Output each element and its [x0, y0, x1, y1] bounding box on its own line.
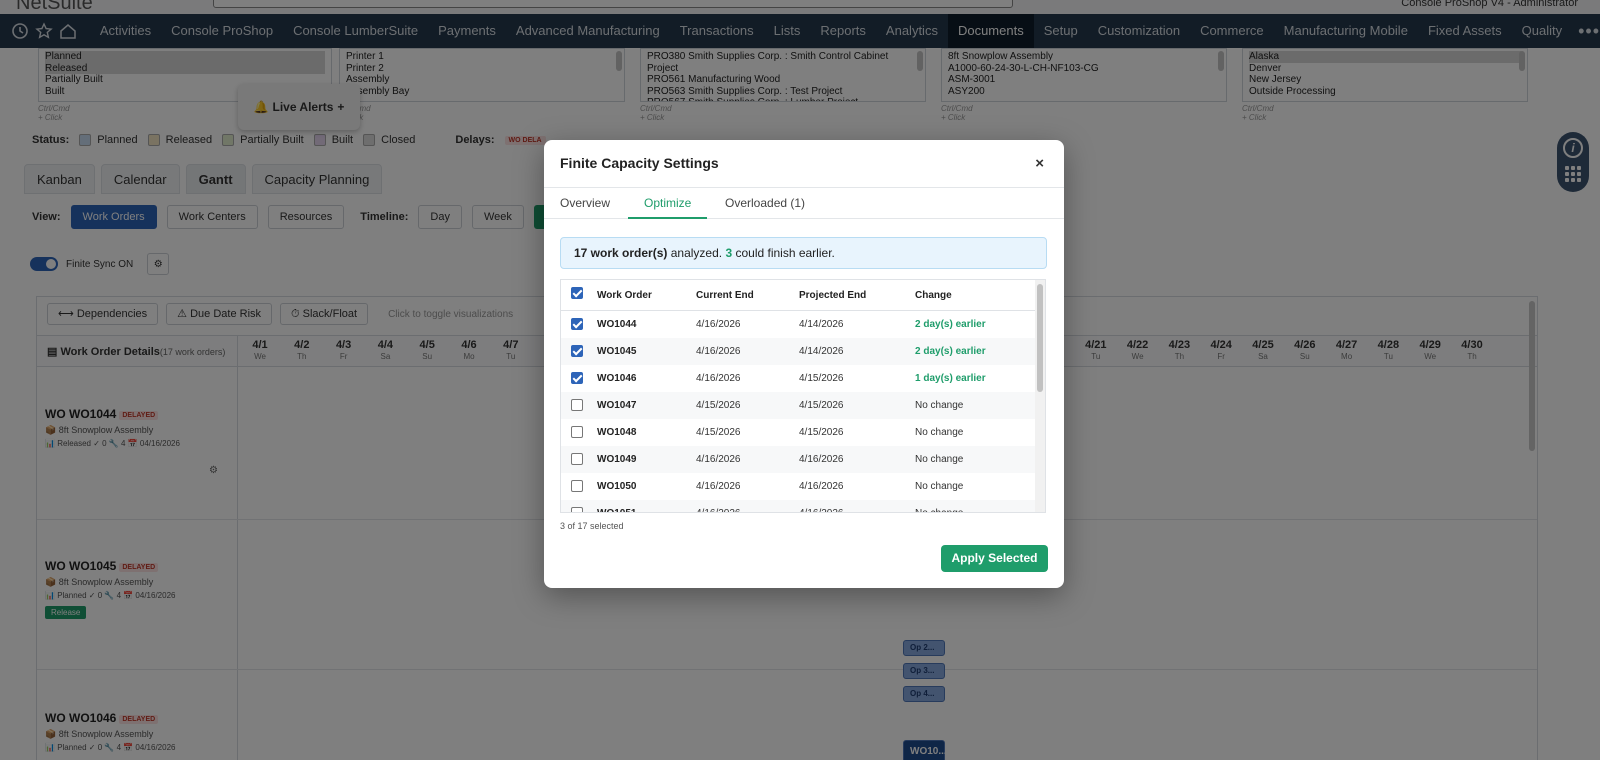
tab-overview[interactable]: Overview [560, 188, 610, 219]
optimize-summary: 17 work order(s) analyzed. 3 could finis… [560, 237, 1047, 269]
change-cell: No change [915, 427, 964, 438]
current-end-cell: 4/16/2026 [696, 500, 741, 512]
current-end-cell: 4/15/2026 [696, 427, 741, 438]
work-order-cell: WO1049 [597, 454, 637, 465]
projected-end-cell: 4/16/2026 [799, 481, 844, 492]
row-checkbox[interactable] [571, 318, 583, 330]
col-change: Change [915, 290, 952, 301]
summary-text-end: could finish earlier. [735, 246, 835, 260]
change-cell: 2 day(s) earlier [915, 346, 986, 357]
summary-count: 17 work order(s) [574, 246, 668, 260]
current-end-cell: 4/15/2026 [696, 400, 741, 411]
projected-end-cell: 4/14/2026 [799, 346, 844, 357]
change-cell: No change [915, 400, 964, 411]
col-projected-end: Projected End [799, 290, 867, 301]
finite-capacity-settings-modal: Finite Capacity Settings × Overview Opti… [544, 140, 1064, 588]
table-row[interactable]: WO1049 4/16/2026 4/16/2026 No change [561, 446, 1037, 473]
work-order-cell: WO1048 [597, 427, 637, 438]
work-order-cell: WO1050 [597, 481, 637, 492]
change-cell: 2 day(s) earlier [915, 319, 986, 330]
tab-overloaded[interactable]: Overloaded (1) [725, 188, 805, 219]
work-order-cell: WO1047 [597, 400, 637, 411]
row-checkbox[interactable] [571, 345, 583, 357]
current-end-cell: 4/16/2026 [696, 346, 741, 357]
row-checkbox[interactable] [571, 426, 583, 438]
summary-text: analyzed. [670, 246, 723, 260]
projected-end-cell: 4/15/2026 [799, 400, 844, 411]
projected-end-cell: 4/15/2026 [799, 427, 844, 438]
current-end-cell: 4/16/2026 [696, 319, 741, 330]
table-header: Work Order Current End Projected End Cha… [561, 280, 1037, 311]
apply-selected-button[interactable]: Apply Selected [941, 545, 1048, 572]
change-cell: 1 day(s) earlier [915, 373, 986, 384]
col-current-end: Current End [696, 290, 754, 301]
change-cell: No change [915, 500, 963, 512]
work-order-cell: WO1051 [597, 500, 636, 512]
row-checkbox[interactable] [571, 480, 583, 492]
work-order-cell: WO1044 [597, 319, 637, 330]
close-icon[interactable]: × [1035, 155, 1044, 172]
work-order-cell: WO1045 [597, 346, 637, 357]
projected-end-cell: 4/16/2026 [799, 500, 844, 512]
selected-count: 3 of 17 selected [560, 521, 624, 531]
projected-end-cell: 4/15/2026 [799, 373, 844, 384]
table-row[interactable]: WO1050 4/16/2026 4/16/2026 No change [561, 473, 1037, 500]
optimize-table: Work Order Current End Projected End Cha… [560, 279, 1046, 513]
work-order-cell: WO1046 [597, 373, 637, 384]
projected-end-cell: 4/14/2026 [799, 319, 844, 330]
table-row[interactable]: WO1045 4/16/2026 4/14/2026 2 day(s) earlier [561, 338, 1037, 365]
change-cell: No change [915, 481, 964, 492]
row-checkbox[interactable] [571, 507, 583, 512]
select-all-checkbox[interactable] [571, 287, 583, 299]
modal-title: Finite Capacity Settings [560, 155, 719, 171]
table-scrollbar[interactable] [1035, 280, 1045, 512]
table-row[interactable]: WO1047 4/15/2026 4/15/2026 No change [561, 392, 1037, 419]
table-row[interactable]: WO1048 4/15/2026 4/15/2026 No change [561, 419, 1037, 446]
table-row[interactable]: WO1051 4/16/2026 4/16/2026 No change [561, 500, 1037, 512]
tab-optimize[interactable]: Optimize [628, 188, 708, 219]
table-row[interactable]: WO1044 4/16/2026 4/14/2026 2 day(s) earlier [561, 311, 1037, 338]
col-work-order: Work Order [597, 290, 652, 301]
projected-end-cell: 4/16/2026 [799, 454, 844, 465]
summary-earlier-count: 3 [725, 246, 733, 260]
change-cell: No change [915, 454, 964, 465]
row-checkbox[interactable] [571, 372, 583, 384]
current-end-cell: 4/16/2026 [696, 373, 741, 384]
row-checkbox[interactable] [571, 399, 583, 411]
current-end-cell: 4/16/2026 [696, 454, 741, 465]
modal-tabs: Overview Optimize Overloaded (1) [544, 187, 1064, 219]
current-end-cell: 4/16/2026 [696, 481, 741, 492]
row-checkbox[interactable] [571, 453, 583, 465]
table-row[interactable]: WO1046 4/16/2026 4/15/2026 1 day(s) earlier [561, 365, 1037, 392]
